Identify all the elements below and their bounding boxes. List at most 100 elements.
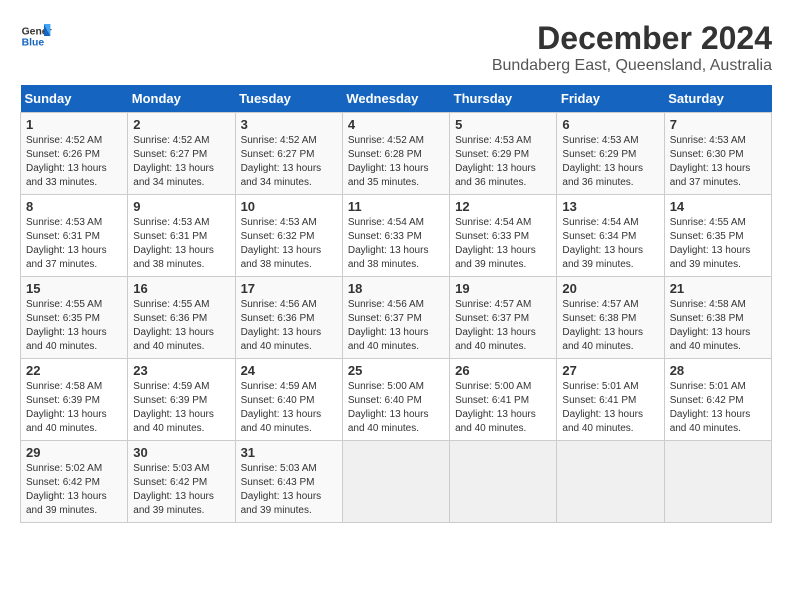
table-row: 19 Sunrise: 4:57 AM Sunset: 6:37 PM Dayli… (450, 277, 557, 359)
table-row: 2 Sunrise: 4:52 AM Sunset: 6:27 PM Daylig… (128, 113, 235, 195)
day-number: 20 (562, 281, 658, 296)
day-number: 7 (670, 117, 766, 132)
calendar-week-row: 8 Sunrise: 4:53 AM Sunset: 6:31 PM Daylig… (21, 195, 772, 277)
day-info: Sunrise: 4:57 AM Sunset: 6:37 PM Dayligh… (455, 298, 551, 354)
day-number: 5 (455, 117, 551, 132)
table-row: 4Sunrise: 4:52 AM Sunset: 6:28 PM Daylig… (342, 113, 449, 195)
day-info: Sunrise: 4:55 AM Sunset: 6:36 PM Dayligh… (133, 298, 229, 354)
header-thursday: Thursday (450, 85, 557, 113)
table-row: 16 Sunrise: 4:55 AM Sunset: 6:36 PM Dayli… (128, 277, 235, 359)
day-info: Sunrise: 4:54 AM Sunset: 6:33 PM Dayligh… (348, 216, 444, 272)
day-info: Sunrise: 4:54 AM Sunset: 6:34 PM Dayligh… (562, 216, 658, 272)
table-row: 25Sunrise: 5:00 AM Sunset: 6:40 PM Dayli… (342, 359, 449, 441)
page-header: General Blue December 2024 Bundaberg Eas… (20, 20, 772, 75)
day-number: 13 (562, 199, 658, 214)
table-row: 26Sunrise: 5:00 AM Sunset: 6:41 PM Dayli… (450, 359, 557, 441)
day-info: Sunrise: 4:59 AM Sunset: 6:40 PM Dayligh… (241, 380, 337, 436)
table-row: 30 Sunrise: 5:03 AM Sunset: 6:42 PM Dayli… (128, 441, 235, 523)
table-row: 6 Sunrise: 4:53 AM Sunset: 6:29 PM Daylig… (557, 113, 664, 195)
table-row: 27Sunrise: 5:01 AM Sunset: 6:41 PM Dayli… (557, 359, 664, 441)
day-number: 31 (241, 445, 337, 460)
day-info: Sunrise: 4:53 AM Sunset: 6:32 PM Dayligh… (241, 216, 337, 272)
table-row: 24 Sunrise: 4:59 AM Sunset: 6:40 PM Dayli… (235, 359, 342, 441)
day-info: Sunrise: 5:01 AM Sunset: 6:42 PM Dayligh… (670, 380, 766, 436)
day-info: Sunrise: 4:53 AM Sunset: 6:30 PM Dayligh… (670, 134, 766, 190)
day-number: 24 (241, 363, 337, 378)
table-row (450, 441, 557, 523)
day-info: Sunrise: 4:52 AM Sunset: 6:27 PM Dayligh… (133, 134, 229, 190)
day-info: Sunrise: 5:00 AM Sunset: 6:40 PM Dayligh… (348, 380, 444, 436)
day-info: Sunrise: 4:52 AM Sunset: 6:26 PM Dayligh… (26, 134, 122, 190)
day-info: Sunrise: 4:53 AM Sunset: 6:29 PM Dayligh… (562, 134, 658, 190)
day-number: 8 (26, 199, 122, 214)
day-number: 16 (133, 281, 229, 296)
table-row: 3Sunrise: 4:52 AM Sunset: 6:27 PM Daylig… (235, 113, 342, 195)
table-row: 12 Sunrise: 4:54 AM Sunset: 6:33 PM Dayli… (450, 195, 557, 277)
day-number: 10 (241, 199, 337, 214)
day-number: 11 (348, 199, 444, 214)
day-number: 15 (26, 281, 122, 296)
table-row (664, 441, 771, 523)
day-info: Sunrise: 4:52 AM Sunset: 6:27 PM Dayligh… (241, 134, 337, 190)
day-info: Sunrise: 4:59 AM Sunset: 6:39 PM Dayligh… (133, 380, 229, 436)
logo-icon: General Blue (20, 20, 52, 52)
table-row: 13 Sunrise: 4:54 AM Sunset: 6:34 PM Dayli… (557, 195, 664, 277)
svg-text:Blue: Blue (22, 38, 45, 49)
calendar-table: Sunday Monday Tuesday Wednesday Thursday… (20, 85, 772, 523)
table-row: 7 Sunrise: 4:53 AM Sunset: 6:30 PM Daylig… (664, 113, 771, 195)
day-number: 27 (562, 363, 658, 378)
header-saturday: Saturday (664, 85, 771, 113)
table-row: 11 Sunrise: 4:54 AM Sunset: 6:33 PM Dayli… (342, 195, 449, 277)
header-tuesday: Tuesday (235, 85, 342, 113)
location-title: Bundaberg East, Queensland, Australia (492, 57, 772, 75)
day-number: 17 (241, 281, 337, 296)
calendar-week-row: 1 Sunrise: 4:52 AM Sunset: 6:26 PM Daylig… (21, 113, 772, 195)
day-number: 19 (455, 281, 551, 296)
day-info: Sunrise: 5:03 AM Sunset: 6:42 PM Dayligh… (133, 462, 229, 518)
logo: General Blue (20, 20, 52, 52)
calendar-week-row: 29Sunrise: 5:02 AM Sunset: 6:42 PM Dayli… (21, 441, 772, 523)
day-info: Sunrise: 4:53 AM Sunset: 6:31 PM Dayligh… (133, 216, 229, 272)
day-info: Sunrise: 4:56 AM Sunset: 6:37 PM Dayligh… (348, 298, 444, 354)
table-row: 9 Sunrise: 4:53 AM Sunset: 6:31 PM Daylig… (128, 195, 235, 277)
day-number: 30 (133, 445, 229, 460)
day-info: Sunrise: 4:58 AM Sunset: 6:38 PM Dayligh… (670, 298, 766, 354)
table-row: 29Sunrise: 5:02 AM Sunset: 6:42 PM Dayli… (21, 441, 128, 523)
table-row: 28 Sunrise: 5:01 AM Sunset: 6:42 PM Dayli… (664, 359, 771, 441)
day-info: Sunrise: 4:56 AM Sunset: 6:36 PM Dayligh… (241, 298, 337, 354)
day-number: 14 (670, 199, 766, 214)
header-friday: Friday (557, 85, 664, 113)
header-sunday: Sunday (21, 85, 128, 113)
table-row: 5 Sunrise: 4:53 AM Sunset: 6:29 PM Daylig… (450, 113, 557, 195)
day-number: 12 (455, 199, 551, 214)
day-number: 18 (348, 281, 444, 296)
calendar-header-row: Sunday Monday Tuesday Wednesday Thursday… (21, 85, 772, 113)
day-info: Sunrise: 4:52 AM Sunset: 6:28 PM Dayligh… (348, 134, 444, 190)
day-number: 29 (26, 445, 122, 460)
day-info: Sunrise: 4:57 AM Sunset: 6:38 PM Dayligh… (562, 298, 658, 354)
day-info: Sunrise: 4:55 AM Sunset: 6:35 PM Dayligh… (670, 216, 766, 272)
day-number: 21 (670, 281, 766, 296)
day-info: Sunrise: 4:53 AM Sunset: 6:29 PM Dayligh… (455, 134, 551, 190)
day-number: 6 (562, 117, 658, 132)
day-number: 2 (133, 117, 229, 132)
day-info: Sunrise: 4:54 AM Sunset: 6:33 PM Dayligh… (455, 216, 551, 272)
table-row (557, 441, 664, 523)
table-row: 21 Sunrise: 4:58 AM Sunset: 6:38 PM Dayli… (664, 277, 771, 359)
month-title: December 2024 (492, 20, 772, 57)
table-row: 18 Sunrise: 4:56 AM Sunset: 6:37 PM Dayli… (342, 277, 449, 359)
table-row: 10 Sunrise: 4:53 AM Sunset: 6:32 PM Dayli… (235, 195, 342, 277)
table-row: 17 Sunrise: 4:56 AM Sunset: 6:36 PM Dayli… (235, 277, 342, 359)
day-number: 23 (133, 363, 229, 378)
table-row: 8 Sunrise: 4:53 AM Sunset: 6:31 PM Daylig… (21, 195, 128, 277)
day-number: 1 (26, 117, 122, 132)
table-row: 14 Sunrise: 4:55 AM Sunset: 6:35 PM Dayli… (664, 195, 771, 277)
day-number: 26 (455, 363, 551, 378)
table-row: 22Sunrise: 4:58 AM Sunset: 6:39 PM Dayli… (21, 359, 128, 441)
day-info: Sunrise: 4:53 AM Sunset: 6:31 PM Dayligh… (26, 216, 122, 272)
table-row: 15Sunrise: 4:55 AM Sunset: 6:35 PM Dayli… (21, 277, 128, 359)
calendar-week-row: 22Sunrise: 4:58 AM Sunset: 6:39 PM Dayli… (21, 359, 772, 441)
day-info: Sunrise: 4:58 AM Sunset: 6:39 PM Dayligh… (26, 380, 122, 436)
day-number: 28 (670, 363, 766, 378)
day-number: 9 (133, 199, 229, 214)
